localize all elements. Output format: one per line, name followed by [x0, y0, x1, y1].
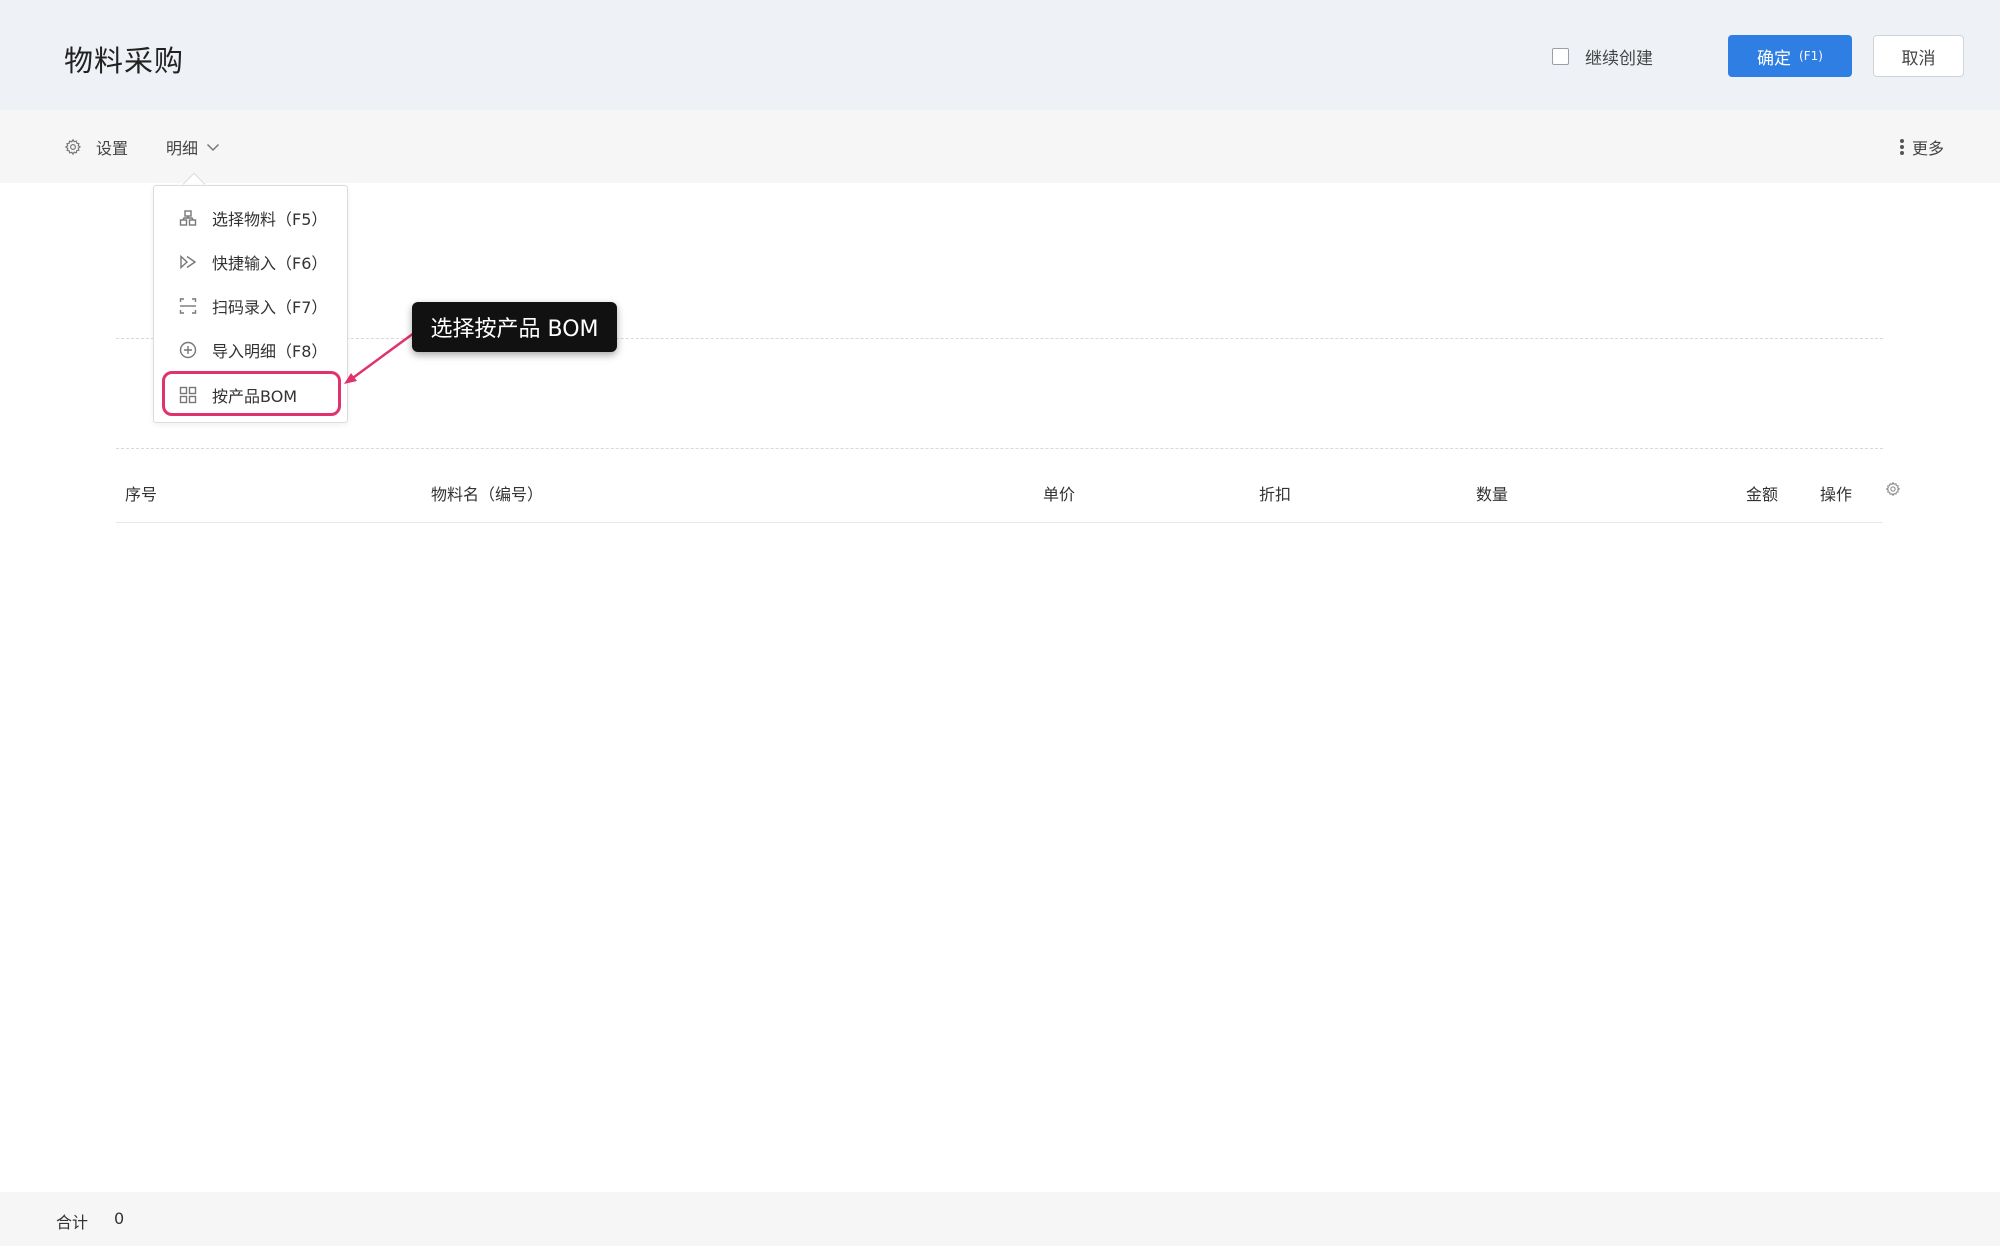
menu-item-label: 选择物料（F5） [212, 210, 328, 229]
column-header: 数量 [1476, 485, 1509, 504]
gear-icon [64, 138, 82, 156]
annotation-tooltip: 选择按产品 BOM [412, 302, 617, 352]
column-header: 物料名（编号） [431, 485, 544, 504]
column-header: 金额 [1746, 485, 1779, 504]
column-header: 折扣 [1259, 485, 1292, 504]
column-header: 操作 [1820, 485, 1853, 504]
menu-item-select-material[interactable]: 选择物料（F5） [154, 198, 347, 238]
settings-button[interactable]: 设置 [64, 134, 128, 160]
total-value: 0 [114, 1209, 125, 1228]
settings-label: 设置 [96, 139, 129, 158]
cancel-button[interactable]: 取消 [1873, 35, 1964, 77]
menu-item-quick-input[interactable]: 快捷输入（F6） [154, 242, 347, 282]
highlight-box [162, 371, 341, 416]
confirm-button[interactable]: 确定 (F1) [1728, 35, 1852, 77]
toolbar: 设置 明细 更多 [0, 110, 2000, 183]
page-header: 物料采购 继续创建 确定 (F1) 取消 [0, 0, 2000, 110]
menu-item-label: 导入明细（F8） [212, 342, 328, 361]
confirm-shortcut: (F1) [1799, 49, 1823, 63]
continue-create-label: 继续创建 [1585, 48, 1653, 69]
gear-icon[interactable] [1885, 481, 1901, 501]
menu-item-label: 扫码录入（F7） [212, 298, 328, 317]
confirm-label: 确定 [1757, 48, 1792, 69]
detail-dropdown[interactable]: 明细 [166, 134, 220, 160]
more-label: 更多 [1912, 139, 1945, 158]
plus-circle-icon [178, 340, 198, 360]
scan-icon [178, 296, 198, 316]
detail-label: 明细 [166, 139, 199, 158]
continue-create-checkbox[interactable] [1552, 47, 1569, 65]
section-divider [116, 448, 1883, 449]
total-label: 合计 [56, 1213, 89, 1232]
menu-item-label: 快捷输入（F6） [212, 254, 328, 273]
column-header: 单价 [1043, 485, 1076, 504]
menu-item-import-detail[interactable]: 导入明细（F8） [154, 330, 347, 370]
chevron-down-icon [206, 142, 220, 152]
table-header: 序号 物料名（编号） 单价 折扣 数量 金额 操作 [116, 467, 1901, 523]
vertical-dots-icon [1899, 138, 1905, 156]
column-header: 序号 [125, 485, 158, 504]
page-title: 物料采购 [64, 44, 185, 78]
more-button[interactable]: 更多 [1899, 134, 1944, 160]
section-divider [116, 338, 1883, 339]
summary-footer: 合计 0 [0, 1192, 2000, 1246]
menu-item-scan-input[interactable]: 扫码录入（F7） [154, 286, 347, 326]
continue-create-toggle[interactable]: 继续创建 [1552, 44, 1653, 69]
play-outline-icon [178, 252, 198, 272]
hierarchy-icon [178, 208, 198, 228]
